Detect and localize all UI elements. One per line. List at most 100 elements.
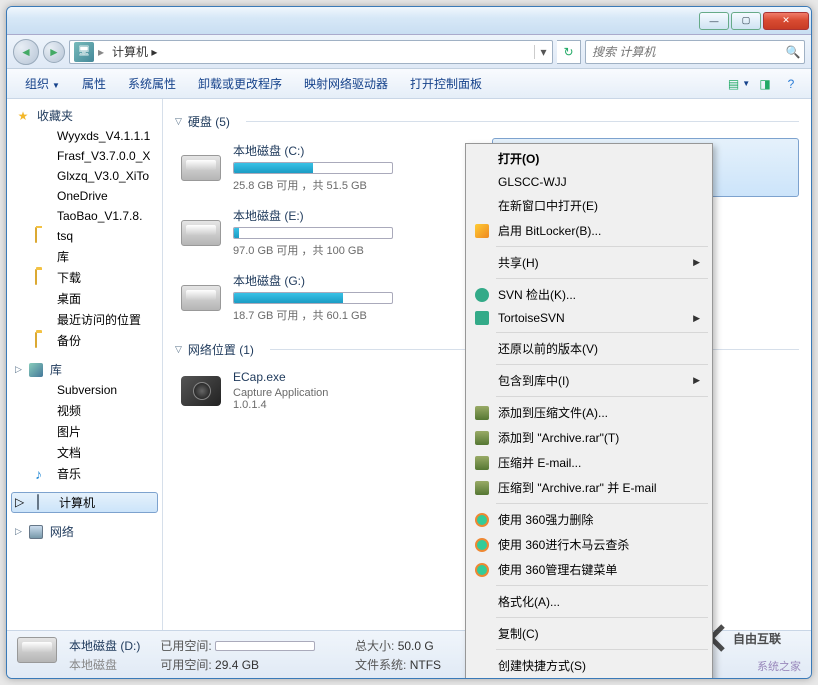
network-group: ▷ 网络: [7, 521, 162, 542]
sidebar-item-fav-4[interactable]: TaoBao_V1.7.8.: [11, 206, 158, 226]
ctx-item-label: 格式化(A)...: [498, 593, 560, 610]
sidebar-item-fav-2[interactable]: Glxzq_V3.0_XiTo: [11, 166, 158, 186]
organize-button[interactable]: 组织▼: [15, 71, 70, 96]
ctx-item-label: 复制(C): [498, 625, 539, 642]
sidebar-item-label: Frasf_V3.7.0.0_X: [57, 149, 150, 163]
breadcrumb-separator: ▸: [98, 45, 104, 59]
ctx-item-label: 使用 360强力删除: [498, 511, 593, 528]
system-properties-button[interactable]: 系统属性: [118, 71, 186, 96]
ctx-item-23[interactable]: 格式化(A)...: [468, 589, 710, 614]
sidebar-item-label: 备份: [57, 332, 81, 349]
sidebar-item-fav-1[interactable]: Frasf_V3.7.0.0_X: [11, 146, 158, 166]
rar2-icon: [475, 481, 489, 495]
preview-pane-button[interactable]: ◨: [753, 73, 777, 95]
drive-2[interactable]: 本地磁盘 (E:) 97.0 GB 可用 ，共 100 GB: [175, 203, 482, 262]
sidebar-item-lib-4[interactable]: ♪音乐: [11, 463, 158, 484]
help-button[interactable]: ?: [779, 73, 803, 95]
address-bar[interactable]: 🖥 ▸ 计算机 ▸ ▾: [69, 40, 553, 64]
ctx-item-28[interactable]: 重命名(M): [468, 678, 710, 679]
sidebar-item-label: 库: [57, 248, 69, 265]
submenu-arrow-icon: ▶: [693, 313, 700, 324]
explorer-window: — ▢ ✕ ◄ ► 🖥 ▸ 计算机 ▸ ▾ ↻ 🔍 组织▼ 属性 系统属性 卸载…: [6, 6, 812, 679]
ctx-item-14[interactable]: 添加到压缩文件(A)...: [468, 400, 710, 425]
favorites-header[interactable]: ★ 收藏夹: [11, 105, 158, 126]
drive-icon: [181, 220, 221, 246]
sidebar-item-computer[interactable]: ▷ 计算机: [11, 492, 158, 513]
ctx-item-5[interactable]: 共享(H)▶: [468, 250, 710, 275]
close-button[interactable]: ✕: [763, 12, 809, 30]
libraries-header[interactable]: ▷ 库: [11, 359, 158, 380]
status-fs-value: NTFS: [410, 658, 441, 672]
ctx-separator: [496, 649, 708, 650]
properties-button[interactable]: 属性: [72, 71, 116, 96]
drive-subtitle: 97.0 GB 可用 ，共 100 GB: [233, 242, 478, 258]
ctx-separator: [496, 332, 708, 333]
refresh-button[interactable]: ↻: [557, 40, 581, 64]
drive-subtitle: 25.8 GB 可用 ，共 51.5 GB: [233, 177, 478, 193]
maximize-button[interactable]: ▢: [731, 12, 761, 30]
sidebar-item-lib-1[interactable]: 视频: [11, 400, 158, 421]
ctx-item-7[interactable]: SVN 检出(K)...: [468, 282, 710, 307]
ctx-item-25[interactable]: 复制(C): [468, 621, 710, 646]
sidebar-item-fav-3[interactable]: OneDrive: [11, 186, 158, 206]
libraries-group: ▷ 库 Subversion 视频图片文档♪音乐: [7, 359, 162, 484]
i360-icon: [475, 538, 489, 552]
forward-button[interactable]: ►: [43, 41, 65, 63]
sidebar-item-fav-7[interactable]: 下载: [11, 267, 158, 288]
sidebar-item-label: Subversion: [57, 383, 117, 397]
drive-icon: [181, 285, 221, 311]
ctx-item-0[interactable]: 打开(O): [468, 146, 710, 171]
sidebar-item-lib-0[interactable]: Subversion: [11, 380, 158, 400]
ctx-item-12[interactable]: 包含到库中(I)▶: [468, 368, 710, 393]
view-button[interactable]: ▤▼: [727, 73, 751, 95]
back-button[interactable]: ◄: [13, 39, 39, 65]
favorites-group: ★ 收藏夹 Wyyxds_V4.1.1.1 Frasf_V3.7.0.0_X Glx…: [7, 105, 162, 351]
ctx-item-15[interactable]: 添加到 "Archive.rar"(T): [468, 425, 710, 450]
status-total-label: 总大小:: [355, 639, 394, 653]
sidebar-item-fav-10[interactable]: 备份: [11, 330, 158, 351]
minimize-button[interactable]: —: [699, 12, 729, 30]
submenu-arrow-icon: ▶: [693, 257, 700, 268]
sidebar-item-lib-2[interactable]: 图片: [11, 421, 158, 442]
address-dropdown[interactable]: ▾: [534, 45, 552, 59]
ctx-item-8[interactable]: TortoiseSVN ▶: [468, 307, 710, 329]
ctx-item-21[interactable]: 使用 360管理右键菜单: [468, 557, 710, 582]
ctx-item-label: TortoiseSVN: [498, 311, 565, 325]
network-header[interactable]: ▷ 网络: [11, 521, 158, 542]
sidebar-item-fav-0[interactable]: Wyyxds_V4.1.1.1: [11, 126, 158, 146]
drive-4[interactable]: 本地磁盘 (G:) 18.7 GB 可用 ，共 60.1 GB: [175, 268, 482, 327]
sidebar-item-fav-6[interactable]: 库: [11, 246, 158, 267]
ctx-item-label: 创建快捷方式(S): [498, 657, 586, 674]
ctx-item-16[interactable]: 压缩并 E-mail...: [468, 450, 710, 475]
sidebar-item-fav-8[interactable]: 桌面: [11, 288, 158, 309]
search-box[interactable]: 🔍: [585, 40, 805, 64]
search-input[interactable]: [586, 45, 782, 59]
i360-icon: [475, 563, 489, 577]
computer-icon: 🖥: [74, 42, 94, 62]
drive-name: 本地磁盘 (G:): [233, 272, 478, 289]
ctx-item-10[interactable]: 还原以前的版本(V): [468, 336, 710, 361]
shield-icon: [475, 224, 489, 238]
sidebar-item-label: tsq: [57, 229, 73, 243]
ctx-item-label: 在新窗口中打开(E): [498, 197, 598, 214]
sidebar-item-lib-3[interactable]: 文档: [11, 442, 158, 463]
drive-0[interactable]: 本地磁盘 (C:) 25.8 GB 可用 ，共 51.5 GB: [175, 138, 482, 197]
ctx-item-27[interactable]: 创建快捷方式(S): [468, 653, 710, 678]
ctx-item-17[interactable]: 压缩到 "Archive.rar" 并 E-mail: [468, 475, 710, 500]
ctx-item-1[interactable]: GLSCC-WJJ: [468, 171, 710, 193]
map-network-drive-button[interactable]: 映射网络驱动器: [294, 71, 398, 96]
ctx-item-19[interactable]: 使用 360强力删除: [468, 507, 710, 532]
uninstall-button[interactable]: 卸载或更改程序: [188, 71, 292, 96]
ctx-item-2[interactable]: 在新窗口中打开(E): [468, 193, 710, 218]
sidebar-item-fav-9[interactable]: 最近访问的位置: [11, 309, 158, 330]
status-used-label: 已用空间:: [160, 639, 211, 653]
ctx-item-20[interactable]: 使用 360进行木马云查杀: [468, 532, 710, 557]
ctx-item-label: 压缩并 E-mail...: [498, 454, 581, 471]
ctx-item-label: 使用 360进行木马云查杀: [498, 536, 629, 553]
open-control-panel-button[interactable]: 打开控制面板: [400, 71, 492, 96]
drive-name: 本地磁盘 (C:): [233, 142, 478, 159]
drives-group-header[interactable]: ▽硬盘 (5): [175, 113, 799, 130]
sidebar-item-fav-5[interactable]: tsq: [11, 226, 158, 246]
ctx-item-3[interactable]: 启用 BitLocker(B)...: [468, 218, 710, 243]
ctx-item-label: 还原以前的版本(V): [498, 340, 598, 357]
